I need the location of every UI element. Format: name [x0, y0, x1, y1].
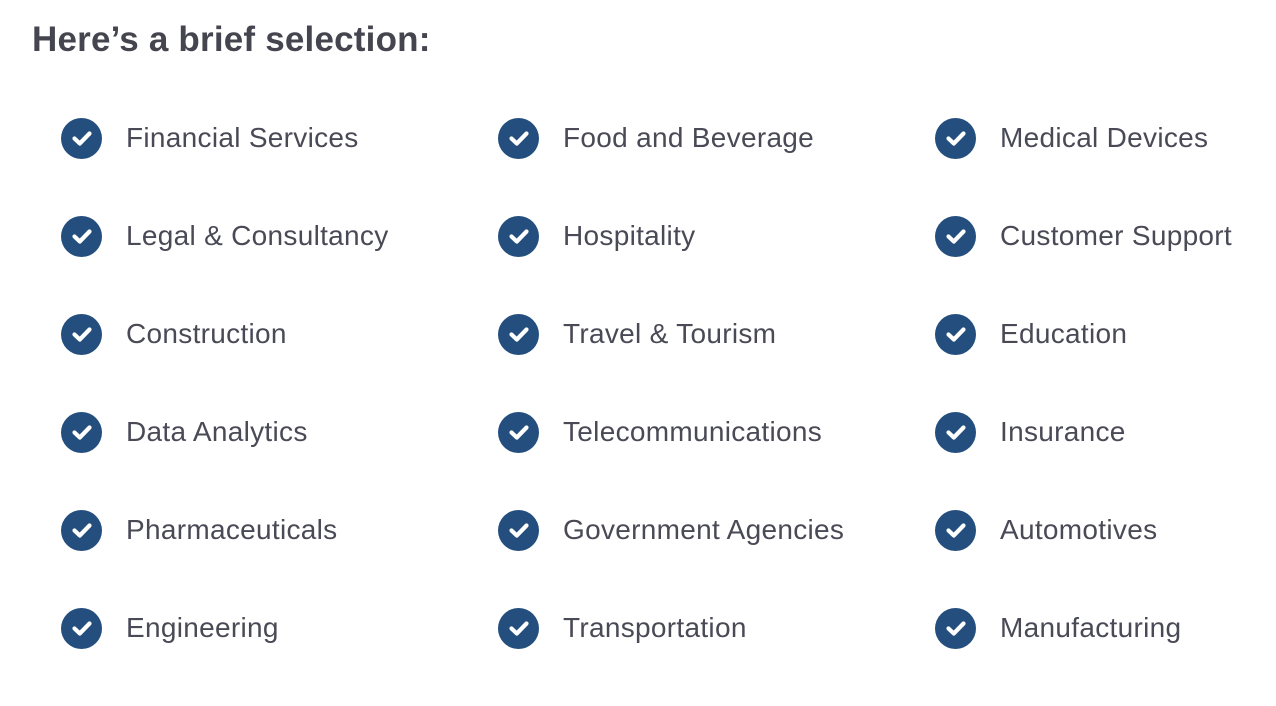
list-item: Food and Beverage [498, 117, 814, 159]
check-circle-icon [61, 607, 102, 649]
check-circle-icon [498, 411, 539, 453]
check-circle-icon [935, 117, 976, 159]
check-circle-icon [498, 313, 539, 355]
list-item: Travel & Tourism [498, 313, 776, 355]
check-circle-icon [935, 509, 976, 551]
check-circle-icon [61, 313, 102, 355]
list-item: Construction [61, 313, 287, 355]
list-item-label: Engineering [126, 612, 279, 643]
list-item-label: Travel & Tourism [563, 318, 777, 349]
list-item: Pharmaceuticals [61, 509, 337, 551]
list-item-label: Automotives [1000, 514, 1158, 545]
list-item: Telecommunications [498, 411, 822, 453]
list-item-label: Customer Support [1000, 220, 1233, 251]
section-heading: Here’s a brief selection: [32, 20, 431, 59]
list-item: Government Agencies [498, 509, 844, 551]
list-item-label: Insurance [1000, 416, 1126, 447]
list-item-label: Telecommunications [563, 416, 823, 447]
list-item-label: Government Agencies [563, 514, 845, 545]
check-circle-icon [498, 607, 539, 649]
list-item-label: Pharmaceuticals [126, 514, 338, 545]
list-item: Financial Services [61, 117, 359, 159]
list-item: Engineering [61, 607, 279, 649]
check-circle-icon [61, 411, 102, 453]
list-item-label: Hospitality [563, 220, 696, 251]
list-item-label: Food and Beverage [563, 122, 815, 153]
list-item: Hospitality [498, 215, 695, 257]
check-circle-icon [935, 411, 976, 453]
list-item-label: Data Analytics [126, 416, 308, 447]
check-circle-icon [61, 117, 102, 159]
list-item-label: Financial Services [126, 122, 359, 153]
check-circle-icon [61, 509, 102, 551]
list-item: Medical Devices [935, 117, 1208, 159]
list-item: Insurance [935, 411, 1126, 453]
list-item: Legal & Consultancy [61, 215, 389, 257]
check-circle-icon [935, 313, 976, 355]
list-item-label: Transportation [563, 612, 747, 643]
check-circle-icon [61, 215, 102, 257]
check-circle-icon [935, 215, 976, 257]
list-item-label: Education [1000, 318, 1128, 349]
list-item: Education [935, 313, 1127, 355]
check-circle-icon [498, 509, 539, 551]
check-circle-icon [498, 215, 539, 257]
list-item-label: Construction [126, 318, 287, 349]
check-circle-icon [935, 607, 976, 649]
list-item-label: Manufacturing [1000, 612, 1182, 643]
list-item: Manufacturing [935, 607, 1181, 649]
list-item: Customer Support [935, 215, 1232, 257]
check-circle-icon [498, 117, 539, 159]
list-item-label: Medical Devices [1000, 122, 1209, 153]
list-item: Data Analytics [61, 411, 308, 453]
list-item-label: Legal & Consultancy [126, 220, 389, 251]
list-item: Automotives [935, 509, 1157, 551]
list-item: Transportation [498, 607, 747, 649]
